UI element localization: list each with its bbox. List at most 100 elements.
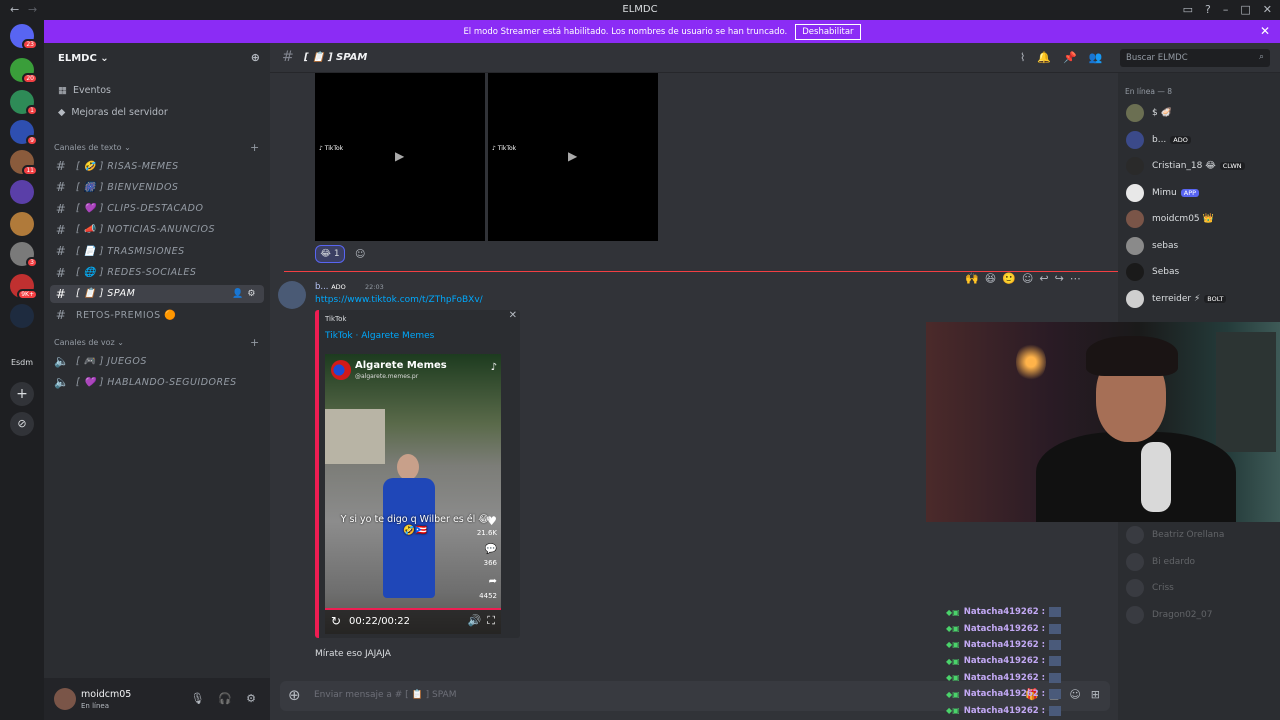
members-icon[interactable]: 👥 [1089, 51, 1103, 64]
forward-icon[interactable]: ↪ [1055, 272, 1064, 285]
search-input[interactable]: Buscar ELMDC ⌕ [1120, 49, 1270, 67]
close-window-icon[interactable]: ✕ [1263, 3, 1272, 16]
settings-icon[interactable]: ⚙ [246, 692, 256, 705]
member-item-offline[interactable]: Bi edardo [1126, 552, 1195, 572]
reply-icon[interactable]: ↩ [1039, 272, 1048, 285]
voice-channel-juegos[interactable]: 🔈 [ 🎮 ] JUEGOS [50, 352, 264, 370]
headphones-icon[interactable]: 🎧 [218, 692, 232, 705]
laugh-emoji-icon[interactable]: 😆 [985, 272, 996, 285]
fullscreen-icon[interactable]: ⛶ [487, 614, 495, 628]
play-icon[interactable]: ▶ [395, 149, 404, 163]
chat-username: Natacha419262 : [963, 672, 1046, 683]
member-item[interactable]: Cristian_18 😂 CLWN [1126, 156, 1245, 176]
help-icon[interactable]: ? [1205, 3, 1211, 16]
hash-icon: # [55, 222, 67, 237]
member-item-offline[interactable]: Criss [1126, 578, 1174, 598]
share-icon[interactable]: ➦ [489, 576, 497, 587]
server-icon[interactable] [10, 212, 34, 236]
hash-icon: # [55, 265, 67, 280]
message-link[interactable]: https://www.tiktok.com/t/ZThpFoBXv/ [315, 295, 483, 305]
member-item[interactable]: $ 🦪 [1126, 103, 1172, 123]
member-item-offline[interactable]: Dragon02_07 [1126, 605, 1212, 625]
inbox-icon[interactable]: ▭ [1183, 3, 1193, 16]
events-item[interactable]: ▦ Eventos [58, 85, 111, 96]
member-item[interactable]: terreider ⚡ BOLT [1126, 289, 1227, 309]
volume-icon[interactable]: 🔊 [468, 614, 482, 628]
bell-icon[interactable]: 🔔 [1037, 51, 1051, 64]
voice-channel-hablando[interactable]: 🔈 [ 💜 ] HABLANDO-SEGUIDORES [50, 373, 264, 391]
server-icon[interactable] [10, 304, 34, 328]
threads-icon[interactable]: ⌇ [1020, 51, 1025, 64]
text-channel[interactable]: # [ 🎆 ] BIENVENIDOS [50, 178, 264, 196]
member-item[interactable]: Sebas [1126, 262, 1179, 282]
member-item[interactable]: Mimu APP [1126, 183, 1200, 203]
add-attachment-icon[interactable]: ⊕ [288, 686, 301, 704]
video-attachment[interactable]: ♪ TikTok ▶ [488, 73, 658, 241]
badge-icon: ◆▣ [946, 673, 960, 683]
server-icon[interactable] [10, 180, 34, 204]
microphone-icon[interactable]: 🎙 [190, 692, 204, 705]
add-reaction-icon[interactable]: ☺ [355, 249, 365, 260]
badge-icon: ◆▣ [946, 640, 960, 650]
member-item[interactable]: b... ADO [1126, 130, 1191, 150]
remove-embed-icon[interactable]: ✕ [509, 310, 517, 321]
text-channel[interactable]: # [ 📄 ] TRASMISIONES [50, 242, 264, 260]
avatar[interactable] [54, 688, 76, 710]
more-icon[interactable]: ⋯ [1070, 272, 1081, 285]
member-tag: CLWN [1219, 162, 1245, 170]
server-icon[interactable]: 23 [10, 24, 38, 50]
stream-chat-line: ◆▣ Natacha419262 : [946, 620, 1116, 636]
emote-icon [1049, 639, 1062, 650]
channel-settings-icon[interactable]: 👤 ⚙ [232, 289, 256, 299]
add-voice-channel-icon[interactable]: + [250, 336, 259, 349]
member-name: Beatriz Orellana [1152, 530, 1225, 540]
explore-icon[interactable]: ⊘ [10, 412, 34, 436]
server-header[interactable]: ELMDC ⌄ ⊕ [44, 43, 270, 73]
member-item[interactable]: sebas [1126, 236, 1178, 256]
raise-hands-emoji-icon[interactable]: 🙌 [965, 272, 979, 285]
add-server-icon[interactable]: + [10, 382, 34, 406]
pin-icon[interactable]: 📌 [1063, 51, 1077, 64]
text-channel[interactable]: # [ 🤣 ] RISAS-MEMES [50, 157, 264, 175]
add-reaction-icon[interactable]: ☺ [1022, 272, 1033, 285]
add-user-icon[interactable]: ⊕ [251, 51, 260, 64]
text-channel[interactable]: # [ 📋 ] SPAM 👤 ⚙ [50, 284, 264, 303]
member-item[interactable]: moidcm05 👑 [1126, 209, 1214, 229]
server-icon[interactable]: 20 [10, 58, 38, 84]
replay-icon[interactable]: ↻ [331, 614, 341, 628]
minimize-icon[interactable]: – [1223, 3, 1229, 16]
comment-icon[interactable]: 💬 [485, 544, 497, 555]
text-category[interactable]: Canales de texto ⌄ + [54, 141, 259, 154]
boosts-item[interactable]: ◆ Mejoras del servidor [58, 107, 168, 118]
message-author[interactable]: b... ADO [315, 282, 346, 292]
server-icon[interactable]: 11 [10, 150, 38, 176]
add-channel-icon[interactable]: + [250, 141, 259, 154]
server-icon[interactable]: 3 [10, 242, 38, 268]
play-icon[interactable]: ▶ [568, 149, 577, 163]
server-folder-label[interactable]: Esdm [6, 358, 38, 367]
server-icon[interactable]: 1 [10, 90, 38, 116]
voice-category[interactable]: Canales de voz ⌄ + [54, 336, 259, 349]
text-channel[interactable]: # [ 📣 ] NOTICIAS-ANUNCIOS [50, 221, 264, 239]
hash-icon: # [55, 244, 67, 259]
reaction-button[interactable]: 😂 1 [315, 245, 345, 263]
server-icon[interactable]: 9 [10, 120, 38, 146]
embed-video[interactable]: Algarete Memes @algarete.memes.pr ♪ ♥ 21… [325, 354, 501, 634]
emote-icon [1049, 672, 1062, 683]
maximize-icon[interactable]: □ [1240, 3, 1250, 16]
server-icon[interactable]: 9K+ [10, 274, 38, 300]
member-item-offline[interactable]: Beatriz Orellana [1126, 525, 1224, 545]
text-channel[interactable]: # [ 🌐 ] REDES-SOCIALES [50, 264, 264, 282]
disable-button[interactable]: Deshabilitar [795, 23, 861, 40]
text-channel-label: [ 🤣 ] RISAS-MEMES [76, 160, 179, 172]
smile-emoji-icon[interactable]: 🙂 [1002, 272, 1016, 285]
close-icon[interactable]: ✕ [1260, 24, 1270, 38]
text-channel[interactable]: # [ 💜 ] CLIPS-DESTACADO [50, 200, 264, 218]
text-channel[interactable]: # RETOS-PREMIOS 🟠 [50, 306, 264, 324]
avatar[interactable] [278, 281, 306, 309]
member-name: b... [1152, 134, 1167, 145]
embed-title[interactable]: TikTok · Algarete Memes [325, 331, 434, 341]
video-attachment[interactable]: ♪ TikTok ▶ [315, 73, 485, 241]
member-tag: BOLT [1204, 294, 1227, 303]
progress-bar[interactable] [325, 608, 501, 610]
